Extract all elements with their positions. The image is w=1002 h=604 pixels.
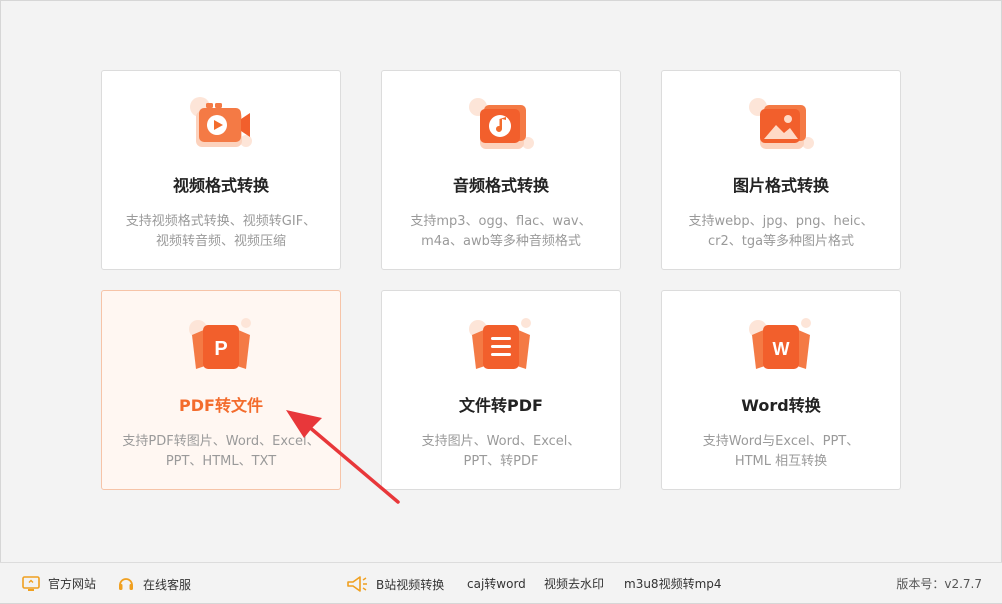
card-file-to-pdf[interactable]: 文件转PDF 支持图片、Word、Excel、 PPT、转PDF [381,290,621,490]
card-video-convert[interactable]: 视频格式转换 支持视频格式转换、视频转GIF、 视频转音频、视频压缩 [101,70,341,270]
version-label: 版本号：v2.7.7 [896,577,982,591]
official-site-link[interactable]: 官方网站 [22,575,96,592]
card-title: Word转换 [741,396,821,415]
music-note-icon [466,93,536,157]
desc-line: 支持视频格式转换、视频转GIF、 [125,214,317,229]
desc-line: 支持mp3、ogg、flac、wav、 [410,214,592,229]
card-description: 支持webp、jpg、png、heic、 cr2、tga等多种图片格式 [670,212,892,252]
online-support-link[interactable]: 在线客服 [117,575,191,593]
desc-line: 视频转音频、视频压缩 [155,234,286,249]
headset-icon [119,578,133,590]
card-title: 音频格式转换 [452,176,549,195]
desc-line: cr2、tga等多种图片格式 [707,234,855,249]
image-icon [746,93,816,157]
promo-link-label: B站视频转换 [376,577,445,592]
card-description: 支持图片、Word、Excel、 PPT、转PDF [390,432,612,472]
footer-bar: 官方网站 在线客服 B站视频转换 caj转word 视频去水印 m3u8视频转m… [0,562,1002,603]
desc-line: HTML 相互转换 [734,454,828,469]
online-support-label: 在线客服 [143,577,192,592]
card-title: 视频格式转换 [172,176,269,195]
card-word-convert[interactable]: W Word转换 支持Word与Excel、PPT、 HTML 相互转换 [661,290,901,490]
official-site-label: 官方网站 [48,577,97,591]
desc-line: 支持webp、jpg、png、heic、 [688,214,874,229]
word-w-icon: W [746,313,816,377]
promo-link-bilibili[interactable]: B站视频转换 [346,575,444,593]
video-camera-icon [186,93,256,157]
promo-link-caj[interactable]: caj转word [467,575,526,592]
pdf-p-icon: P [186,313,256,377]
desc-line: m4a、awb等多种音频格式 [421,234,581,249]
card-description: 支持Word与Excel、PPT、 HTML 相互转换 [670,432,892,472]
desc-line: 支持图片、Word、Excel、 [421,434,581,449]
promo-link-watermark[interactable]: 视频去水印 [544,575,604,592]
card-description: 支持mp3、ogg、flac、wav、 m4a、awb等多种音频格式 [390,212,612,252]
desc-line: 支持Word与Excel、PPT、 [702,434,860,449]
card-image-convert[interactable]: 图片格式转换 支持webp、jpg、png、heic、 cr2、tga等多种图片… [661,70,901,270]
document-icon [466,313,536,377]
desc-line: PPT、转PDF [463,454,539,469]
annotation-arrow [286,410,400,504]
svg-text:P: P [214,338,227,360]
tool-grid: 视频格式转换 支持视频格式转换、视频转GIF、 视频转音频、视频压缩 音频格式转… [101,70,901,490]
card-description: 支持视频格式转换、视频转GIF、 视频转音频、视频压缩 [110,212,332,252]
card-title: 文件转PDF [459,396,543,415]
megaphone-icon [347,576,367,592]
promo-link-m3u8[interactable]: m3u8视频转mp4 [624,575,722,592]
svg-text:W: W [773,339,790,359]
card-audio-convert[interactable]: 音频格式转换 支持mp3、ogg、flac、wav、 m4a、awb等多种音频格… [381,70,621,270]
monitor-icon [22,575,40,591]
card-title: 图片格式转换 [732,176,829,195]
